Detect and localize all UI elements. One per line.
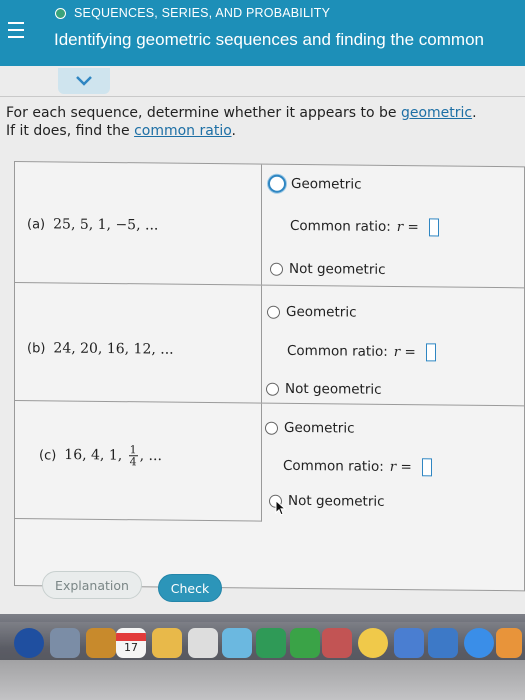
collapse-button[interactable] bbox=[58, 68, 110, 94]
option-geometric-a[interactable]: Geometric bbox=[268, 174, 362, 194]
sequence-b: (b) 24, 20, 16, 12, ... bbox=[27, 340, 174, 358]
check-button[interactable]: Check bbox=[158, 574, 222, 602]
option-label: Geometric bbox=[286, 303, 357, 321]
ratio-variable: r = bbox=[389, 458, 412, 476]
ratio-label: Common ratio: bbox=[290, 217, 391, 235]
photo-booth-icon[interactable] bbox=[322, 628, 352, 658]
common-ratio-b: Common ratio: r = bbox=[287, 342, 436, 362]
messages-icon[interactable] bbox=[256, 628, 286, 658]
preview-icon[interactable] bbox=[428, 628, 458, 658]
app-header: SEQUENCES, SERIES, AND PROBABILITY Ident… bbox=[0, 0, 525, 66]
sequence-text: 24, 20, 16, 12, ... bbox=[53, 340, 174, 358]
problem-table: (a) 25, 5, 1, −5, ... Geometric Common ra… bbox=[14, 161, 525, 592]
option-label: Not geometric bbox=[285, 380, 382, 398]
problem-panel: For each sequence, determine whether it … bbox=[0, 66, 525, 614]
radio-button[interactable] bbox=[265, 421, 278, 435]
ratio-variable: r = bbox=[393, 343, 416, 361]
common-ratio-a: Common ratio: r = bbox=[290, 217, 439, 237]
ratio-input[interactable] bbox=[421, 458, 432, 477]
siri-icon[interactable] bbox=[14, 628, 44, 658]
radio-button[interactable] bbox=[270, 262, 283, 276]
option-label: Not geometric bbox=[289, 260, 386, 278]
instructions-punct: . bbox=[472, 105, 477, 121]
ratio-input[interactable] bbox=[425, 343, 436, 362]
option-label: Geometric bbox=[291, 175, 362, 193]
common-ratio-c: Common ratio: r = bbox=[283, 457, 432, 477]
mouse-pointer-icon bbox=[275, 499, 287, 516]
fraction-denominator: 4 bbox=[129, 455, 137, 469]
facetime-icon[interactable] bbox=[290, 628, 320, 658]
instructions-punct: . bbox=[231, 123, 236, 139]
page-title: Identifying geometric sequences and find… bbox=[54, 30, 484, 49]
topic-status-dot-icon bbox=[55, 8, 66, 19]
option-geometric-b[interactable]: Geometric bbox=[267, 304, 357, 321]
option-geometric-c[interactable]: Geometric bbox=[265, 420, 355, 437]
notes-icon[interactable] bbox=[152, 628, 182, 658]
option-label: Geometric bbox=[284, 419, 355, 437]
divider bbox=[0, 96, 525, 97]
explanation-button[interactable]: Explanation bbox=[42, 571, 142, 599]
problem-label: (c) bbox=[39, 447, 57, 463]
geometric-link[interactable]: geometric bbox=[401, 105, 472, 121]
radio-button[interactable] bbox=[267, 305, 280, 319]
common-ratio-link[interactable]: common ratio bbox=[134, 123, 231, 139]
option-not-geometric-b[interactable]: Not geometric bbox=[266, 381, 382, 398]
topic-label: SEQUENCES, SERIES, AND PROBABILITY bbox=[74, 6, 331, 20]
ratio-variable: r = bbox=[396, 219, 419, 236]
instructions: For each sequence, determine whether it … bbox=[6, 104, 521, 140]
sequence-text: 25, 5, 1, −5, ... bbox=[53, 216, 159, 234]
photos-icon[interactable] bbox=[358, 628, 388, 658]
calendar-icon[interactable]: 17 bbox=[116, 628, 146, 658]
sequence-cell: (b) 24, 20, 16, 12, ... bbox=[15, 283, 262, 403]
problem-label: (a) bbox=[27, 217, 46, 233]
keynote-icon[interactable] bbox=[394, 628, 424, 658]
calendar-day: 17 bbox=[124, 640, 138, 654]
option-not-geometric-a[interactable]: Not geometric bbox=[270, 261, 386, 278]
problem-label: (b) bbox=[27, 341, 46, 357]
bezel bbox=[0, 660, 525, 700]
sequence-text: 16, 4, 1, bbox=[64, 447, 123, 464]
ratio-input[interactable] bbox=[428, 218, 439, 237]
radio-button[interactable] bbox=[268, 174, 286, 193]
sequence-cell: (c) 16, 4, 1, 14, ... bbox=[15, 401, 262, 522]
music-icon[interactable] bbox=[464, 628, 494, 658]
menu-icon[interactable] bbox=[8, 22, 24, 40]
sequence-text: , ... bbox=[139, 447, 162, 465]
sequence-a: (a) 25, 5, 1, −5, ... bbox=[27, 216, 158, 233]
option-label: Not geometric bbox=[288, 492, 385, 510]
ratio-label: Common ratio: bbox=[287, 342, 388, 360]
photos-folder-icon[interactable] bbox=[86, 628, 116, 658]
sequence-cell: (a) 25, 5, 1, −5, ... bbox=[15, 162, 262, 285]
radio-button[interactable] bbox=[266, 382, 279, 396]
books-icon[interactable] bbox=[496, 628, 522, 658]
instructions-text: If it does, find the bbox=[6, 123, 135, 139]
launchpad-icon[interactable] bbox=[50, 628, 80, 658]
problem-row-b: (b) 24, 20, 16, 12, ... Geometric Common … bbox=[15, 283, 524, 407]
maps-icon[interactable] bbox=[222, 628, 252, 658]
ratio-label: Common ratio: bbox=[283, 457, 384, 475]
chevron-down-icon bbox=[76, 76, 92, 86]
fraction: 14 bbox=[128, 443, 138, 469]
sequence-c: (c) 16, 4, 1, 14, ... bbox=[39, 443, 162, 469]
instructions-text: For each sequence, determine whether it … bbox=[6, 105, 401, 121]
reminders-icon[interactable] bbox=[188, 628, 218, 658]
problem-row-c: (c) 16, 4, 1, 14, ... Geometric Common ra… bbox=[15, 401, 524, 592]
problem-row-a: (a) 25, 5, 1, −5, ... Geometric Common ra… bbox=[15, 162, 524, 289]
